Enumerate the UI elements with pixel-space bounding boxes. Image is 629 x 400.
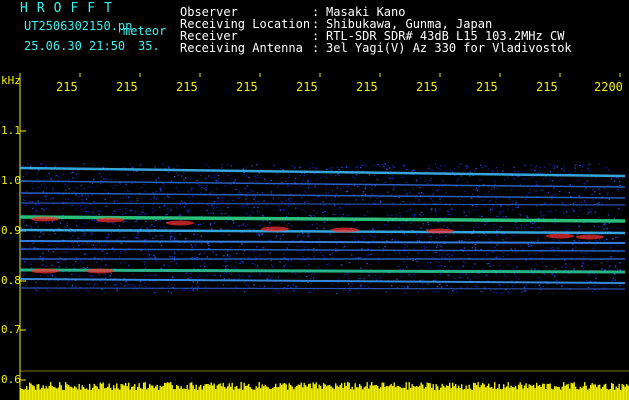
file-name: UT2506302150.pn: [24, 19, 133, 33]
y-tick-label: 1.0: [1, 174, 21, 187]
date-time: 25.06.30 21:50: [24, 39, 126, 53]
meta-value-antenna: 3el Yagi(V) Az 330 for Vladivostok: [326, 41, 572, 55]
app-title: HROFFT: [20, 1, 121, 16]
spectrogram: [19, 73, 629, 400]
file-type: meteor: [123, 24, 167, 38]
spectral-line: [19, 240, 626, 244]
signal-hotspot: [331, 227, 359, 233]
y-tick-label: 0.8: [1, 274, 21, 287]
spectral-line: [19, 192, 626, 199]
y-axis-unit: kHz: [1, 74, 21, 87]
y-tick-label: 0.6: [1, 373, 21, 386]
signal-hotspot: [31, 268, 59, 274]
spectral-line: [19, 166, 626, 178]
signal-meter: [20, 382, 629, 400]
x-tick-label: 215: [116, 80, 138, 94]
spectral-line: [19, 202, 626, 206]
signal-hotspot: [96, 217, 124, 223]
meta-separator: :: [312, 41, 320, 55]
y-tick-label: 0.9: [1, 224, 21, 237]
spectral-line: [19, 180, 626, 188]
y-tick-label: 0.7: [1, 323, 21, 336]
signal-hotspot: [426, 228, 454, 234]
signal-hotspot: [166, 220, 194, 226]
x-tick-label: 215: [536, 80, 558, 94]
spectral-line: [19, 287, 626, 290]
spectral-line: [19, 278, 626, 284]
signal-hotspot: [576, 234, 604, 240]
x-tick-label: 215: [476, 80, 498, 94]
signal-hotspot: [546, 233, 574, 239]
x-tick-label: 215: [416, 80, 438, 94]
signal-hotspot: [261, 226, 289, 232]
count-value: 35.: [138, 39, 160, 53]
x-tick-label: 215: [176, 80, 198, 94]
x-tick-label: 215: [356, 80, 378, 94]
x-tick-label: 215: [296, 80, 318, 94]
signal-hotspot: [31, 216, 59, 222]
y-tick-label: 1.1: [1, 124, 21, 137]
meta-label-antenna: Receiving Antenna: [180, 41, 303, 55]
x-tick-label: 215: [56, 80, 78, 94]
x-tick-label: 215: [236, 80, 258, 94]
spectral-line: [19, 248, 626, 252]
x-tick-label: 2200: [594, 80, 623, 94]
signal-hotspot: [86, 268, 114, 274]
